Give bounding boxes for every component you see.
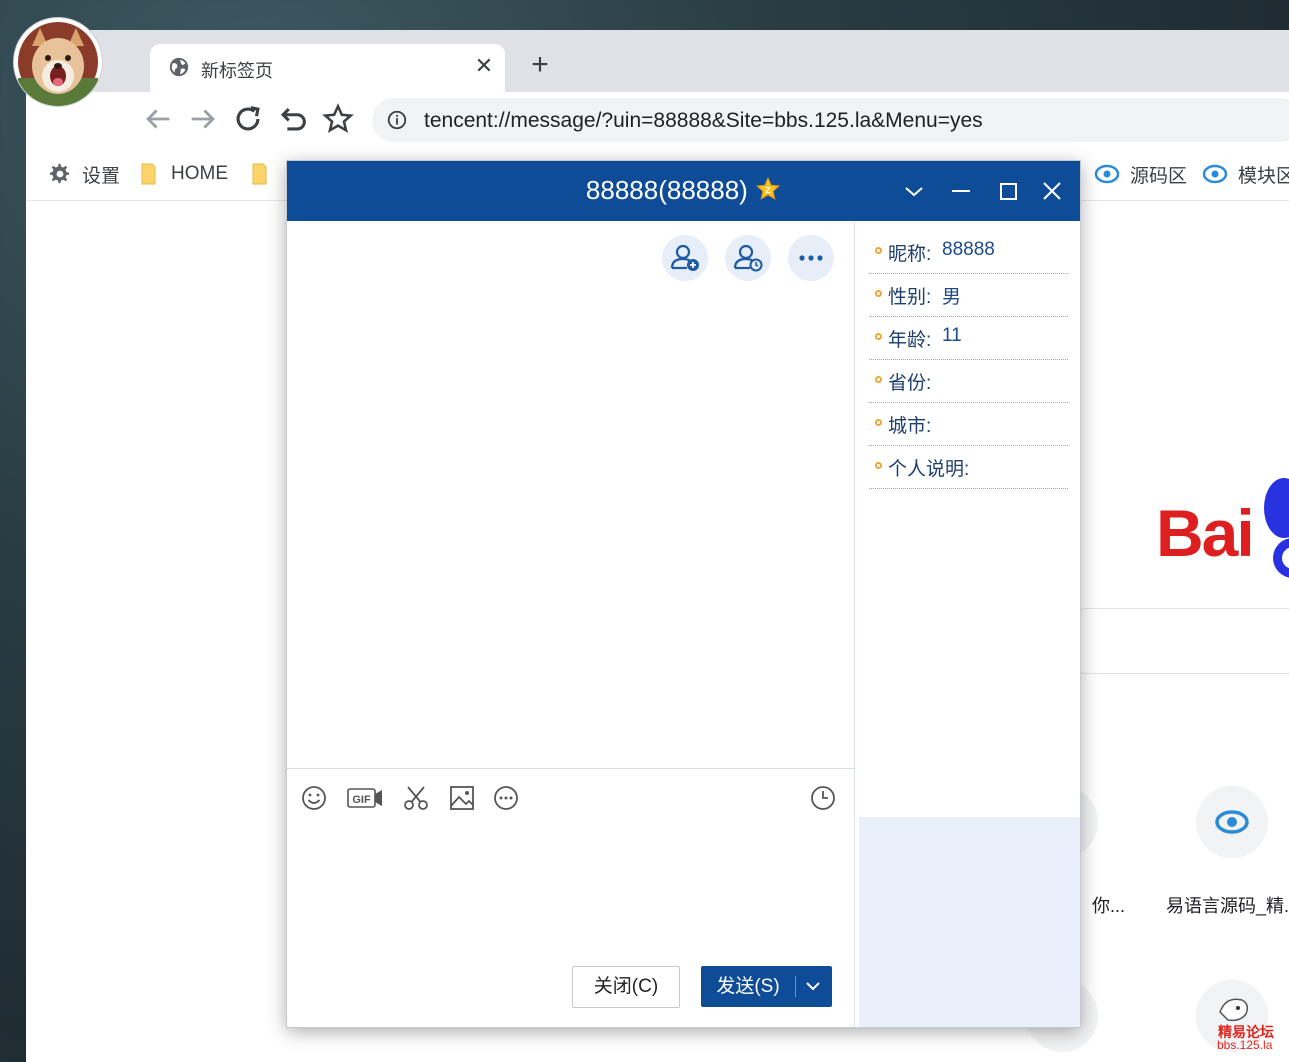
tab-title: 新标签页 — [201, 61, 273, 81]
qq-title-bar[interactable]: 88888(88888) Z — [287, 161, 1080, 221]
bookmark-home[interactable]: HOME — [141, 161, 228, 187]
address-text[interactable]: tencent://message/?uin=88888&Site=bbs.12… — [424, 109, 983, 133]
tab-close-icon[interactable]: ✕ — [472, 54, 496, 78]
chevron-down-icon[interactable] — [899, 176, 929, 206]
new-tab-button[interactable]: + — [524, 50, 556, 82]
svg-text:Z: Z — [765, 185, 771, 195]
nickname-value: 88888 — [942, 239, 995, 260]
bullet-icon — [875, 419, 882, 426]
qq-title-text: 88888(88888) — [585, 175, 748, 205]
qq-chat-window: 88888(88888) Z GIF 关闭(C) 发送(S) 昵称: 88888… — [287, 161, 1080, 1027]
close-button[interactable]: 关闭(C) — [572, 966, 680, 1008]
close-icon[interactable] — [1037, 176, 1067, 206]
reload-icon[interactable] — [231, 102, 265, 136]
gender-label: 性别: — [888, 287, 932, 308]
star-badge-icon: Z — [755, 176, 781, 200]
more-options-button[interactable] — [788, 235, 834, 281]
baidu-logo-paw — [1264, 478, 1289, 538]
eye-logo-icon — [1094, 164, 1120, 184]
watermark-url: bbs.125.la — [1217, 1038, 1273, 1052]
info-icon[interactable] — [386, 109, 408, 131]
city-label: 城市: — [888, 416, 932, 437]
tab-strip: 新标签页 ✕ + — [26, 30, 1289, 92]
back-arrow-icon[interactable] — [141, 102, 175, 136]
gear-icon — [49, 163, 70, 184]
bookmark-module-label: 模块区 — [1238, 165, 1289, 187]
profile-row-age: 年龄: 11 — [869, 316, 1068, 360]
eye-logo-icon — [1202, 164, 1228, 184]
bookmark-source[interactable]: 源码区 — [1094, 161, 1187, 187]
send-button-divider — [795, 976, 796, 997]
nickname-label: 昵称: — [888, 244, 932, 265]
bookmark-folder[interactable] — [252, 161, 282, 187]
bookmark-module[interactable]: 模块区 — [1202, 161, 1289, 187]
undo-icon[interactable] — [276, 102, 310, 136]
add-friend-button[interactable] — [662, 235, 708, 281]
chevron-down-icon[interactable] — [801, 974, 825, 998]
gif-icon-label: GIF — [352, 794, 371, 806]
image-icon[interactable] — [446, 782, 478, 814]
emoji-icon[interactable] — [298, 782, 330, 814]
clock-history-icon[interactable] — [807, 782, 839, 814]
baidu-logo-paw-ring — [1273, 538, 1289, 578]
bookmark-home-label: HOME — [171, 163, 228, 184]
add-user-icon — [670, 244, 699, 271]
profile-row-nickname: 昵称: 88888 — [869, 230, 1068, 274]
browser-toolbar: tencent://message/?uin=88888&Site=bbs.12… — [26, 92, 1289, 148]
minimize-icon[interactable] — [946, 176, 976, 206]
user-info-icon — [733, 244, 763, 272]
profile-row-bio: 个人说明: — [869, 445, 1068, 489]
profile-panel-footer — [859, 817, 1080, 1027]
baidu-logo: Bai — [1156, 496, 1255, 570]
profile-panel: 昵称: 88888 性别: 男 年龄: 11 省份: 城市: 个人说明: — [859, 221, 1080, 817]
bullet-icon — [875, 462, 882, 469]
shortcut-tile-2[interactable] — [1196, 786, 1268, 858]
maximize-icon[interactable] — [993, 176, 1023, 206]
send-button-label: 发送(S) — [716, 976, 780, 997]
bio-label: 个人说明: — [888, 459, 970, 480]
profile-row-city: 城市: — [869, 402, 1068, 446]
age-label: 年龄: — [888, 330, 932, 351]
scissors-icon[interactable] — [400, 782, 432, 814]
bullet-icon — [875, 376, 882, 383]
bookmark-source-label: 源码区 — [1130, 165, 1188, 187]
bullet-icon — [875, 333, 882, 340]
eye-logo-icon — [1215, 810, 1249, 834]
user-info-button[interactable] — [725, 235, 771, 281]
compose-divider — [287, 768, 854, 769]
gif-icon[interactable]: GIF — [346, 782, 384, 814]
address-bar[interactable]: tencent://message/?uin=88888&Site=bbs.12… — [372, 98, 1289, 142]
bullet-icon — [875, 247, 882, 254]
shortcut-label-1: 你... — [1092, 896, 1126, 916]
more-dots-icon — [799, 255, 823, 261]
star-icon[interactable] — [321, 102, 355, 136]
chat-area: GIF 关闭(C) 发送(S) — [287, 221, 855, 1027]
folder-icon — [252, 163, 267, 185]
shortcut-label-2: 易语言源码_精... — [1166, 896, 1289, 916]
forward-arrow-icon[interactable] — [186, 102, 220, 136]
profile-row-gender: 性别: 男 — [869, 273, 1068, 317]
profile-row-province: 省份: — [869, 359, 1068, 403]
dog-avatar-image — [18, 22, 98, 106]
bookmark-settings[interactable]: 设置 — [48, 161, 120, 187]
profile-avatar[interactable] — [14, 18, 102, 106]
folder-icon — [141, 163, 156, 185]
bookmark-settings-label: 设置 — [82, 165, 121, 187]
globe-icon — [169, 57, 189, 77]
gender-value: 男 — [942, 287, 962, 308]
bullet-icon — [875, 290, 882, 297]
age-value: 11 — [942, 325, 962, 346]
tab-new-tab[interactable]: 新标签页 ✕ — [150, 44, 505, 92]
province-label: 省份: — [888, 373, 932, 394]
more-circle-icon[interactable] — [490, 782, 522, 814]
send-button[interactable]: 发送(S) — [701, 966, 832, 1007]
search-input[interactable] — [1076, 608, 1289, 674]
